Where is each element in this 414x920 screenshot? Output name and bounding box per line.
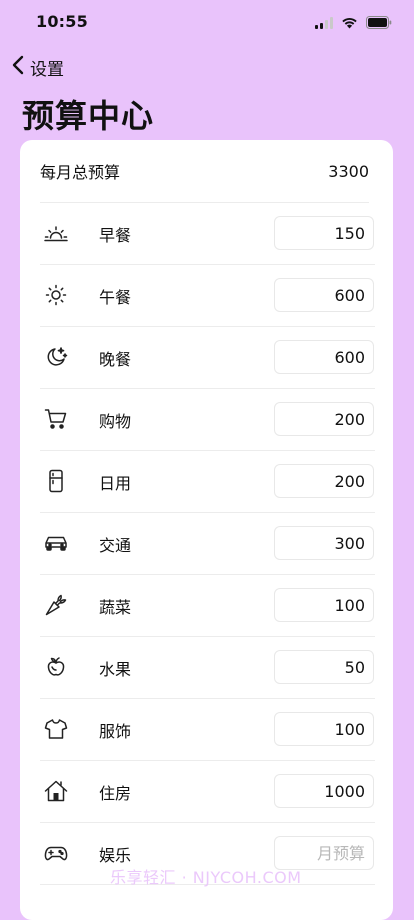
budget-row-fruit: 水果 bbox=[40, 636, 375, 699]
budget-row-vegetables: 蔬菜 bbox=[40, 574, 375, 637]
budget-label-fruit: 水果 bbox=[99, 660, 132, 679]
fruit-icon bbox=[44, 655, 68, 679]
budget-input-vegetables[interactable] bbox=[274, 588, 374, 622]
battery-icon bbox=[366, 14, 392, 33]
budget-row-daily: 日用 bbox=[40, 450, 375, 513]
budget-input-breakfast[interactable] bbox=[274, 216, 374, 250]
cart-icon bbox=[44, 407, 68, 431]
budget-label-vegetables: 蔬菜 bbox=[99, 598, 132, 617]
sunrise-icon bbox=[44, 221, 68, 245]
budget-card: 每月总预算 3300 早餐 150 午餐 600 晚餐 600 购物 200 日… bbox=[20, 140, 393, 920]
wifi-icon bbox=[341, 14, 358, 33]
house-icon bbox=[44, 779, 68, 803]
budget-input-housing[interactable] bbox=[274, 774, 374, 808]
budget-row-breakfast: 早餐 bbox=[40, 202, 375, 265]
sun-icon bbox=[44, 283, 68, 307]
budget-label-lunch: 午餐 bbox=[99, 288, 132, 307]
carrot-icon bbox=[44, 593, 68, 617]
budget-input-transport[interactable] bbox=[274, 526, 374, 560]
refrigerator-icon bbox=[44, 469, 68, 493]
chevron-left-icon bbox=[12, 55, 24, 79]
car-icon bbox=[44, 531, 68, 555]
status-time: 10:55 bbox=[36, 12, 88, 31]
back-label: 设置 bbox=[30, 59, 64, 80]
budget-label-clothing: 服饰 bbox=[99, 722, 132, 741]
moon-stars-icon bbox=[44, 345, 68, 369]
budget-label-transport: 交通 bbox=[99, 536, 132, 555]
budget-input-lunch[interactable] bbox=[274, 278, 374, 312]
budget-row-lunch: 午餐 bbox=[40, 264, 375, 327]
budget-label-shopping: 购物 bbox=[99, 412, 132, 431]
watermark: 乐享轻汇 · NJYCOH.COM bbox=[110, 868, 302, 887]
total-budget-value: 3300 bbox=[328, 161, 369, 181]
budget-label-breakfast: 早餐 bbox=[99, 226, 132, 245]
budget-row-shopping: 购物 bbox=[40, 388, 375, 451]
budget-row-transport: 交通 bbox=[40, 512, 375, 575]
budget-row-clothing: 服饰 bbox=[40, 698, 375, 761]
budget-input-clothing[interactable] bbox=[274, 712, 374, 746]
budget-row-dinner: 晚餐 bbox=[40, 326, 375, 389]
budget-label-housing: 住房 bbox=[99, 784, 132, 803]
page-title: 预算中心 bbox=[22, 97, 155, 135]
budget-label-daily: 日用 bbox=[99, 474, 132, 493]
budget-input-dinner[interactable] bbox=[274, 340, 374, 374]
status-bar: 10:55 bbox=[0, 0, 414, 44]
budget-row-housing: 住房 bbox=[40, 760, 375, 823]
budget-input-fruit[interactable] bbox=[274, 650, 374, 684]
budget-input-daily[interactable] bbox=[274, 464, 374, 498]
total-budget-label: 每月总预算 bbox=[40, 163, 121, 182]
budget-input-shopping[interactable] bbox=[274, 402, 374, 436]
tshirt-icon bbox=[44, 717, 68, 741]
budget-label-dinner: 晚餐 bbox=[99, 350, 132, 369]
back-button[interactable]: 设置 bbox=[12, 54, 64, 80]
budget-label-entertainment: 娱乐 bbox=[99, 846, 132, 865]
gamepad-icon bbox=[44, 841, 68, 865]
total-budget-row: 每月总预算 3300 bbox=[40, 140, 369, 203]
status-icons bbox=[315, 14, 392, 33]
signal-icon bbox=[315, 14, 333, 33]
